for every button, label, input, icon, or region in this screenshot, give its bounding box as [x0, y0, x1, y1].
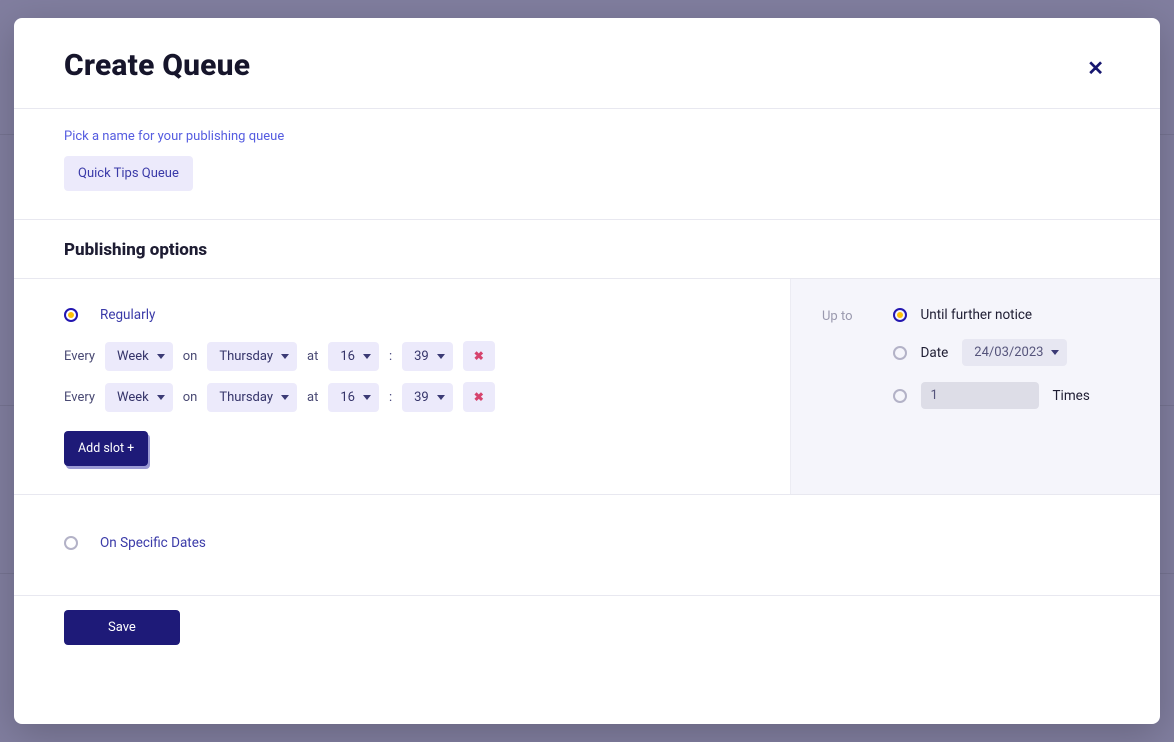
slot-line: Every Week on Thursday at 16 : 39 ✖ — [64, 382, 740, 412]
minute-value: 39 — [414, 349, 429, 364]
period-value: Week — [117, 349, 149, 364]
close-icon[interactable]: ✕ — [1081, 52, 1110, 84]
delete-slot-button[interactable]: ✖ — [463, 341, 495, 371]
chevron-down-icon — [437, 354, 445, 359]
hour-value: 16 — [340, 349, 355, 364]
regularly-radio-row[interactable]: Regularly — [64, 307, 740, 323]
until-further-radio[interactable] — [893, 308, 907, 322]
date-option[interactable]: Date 24/03/2023 — [893, 339, 1090, 366]
queue-name-input[interactable]: Quick Tips Queue — [64, 156, 193, 191]
at-label: at — [307, 390, 318, 405]
time-colon: : — [389, 390, 392, 405]
minute-value: 39 — [414, 390, 429, 405]
hour-value: 16 — [340, 390, 355, 405]
publishing-options-heading: Publishing options — [14, 220, 1160, 278]
chevron-down-icon — [281, 354, 289, 359]
times-label: Times — [1053, 388, 1090, 404]
chevron-down-icon — [437, 395, 445, 400]
queue-name-section: Pick a name for your publishing queue Qu… — [14, 109, 1160, 219]
period-value: Week — [117, 390, 149, 405]
date-value: 24/03/2023 — [974, 345, 1043, 360]
modal-header: Create Queue ✕ — [14, 18, 1160, 108]
date-option-label: Date — [921, 345, 949, 361]
at-label: at — [307, 349, 318, 364]
day-select[interactable]: Thursday — [207, 342, 297, 371]
chevron-down-icon — [281, 395, 289, 400]
times-input[interactable] — [921, 382, 1039, 409]
chevron-down-icon — [157, 354, 165, 359]
every-label: Every — [64, 390, 95, 405]
every-label: Every — [64, 349, 95, 364]
add-slot-button[interactable]: Add slot + — [64, 431, 148, 466]
on-label: on — [183, 349, 198, 364]
slot-line: Every Week on Thursday at 16 : 39 ✖ — [64, 341, 740, 371]
minute-select[interactable]: 39 — [402, 342, 453, 371]
queue-name-caption: Pick a name for your publishing queue — [64, 129, 1110, 144]
delete-slot-button[interactable]: ✖ — [463, 382, 495, 412]
chevron-down-icon — [363, 395, 371, 400]
times-radio[interactable] — [893, 389, 907, 403]
hour-select[interactable]: 16 — [328, 342, 379, 371]
time-colon: : — [389, 349, 392, 364]
save-button[interactable]: Save — [64, 610, 180, 645]
day-value: Thursday — [219, 349, 273, 364]
period-select[interactable]: Week — [105, 383, 173, 412]
regularly-pane: Regularly Every Week on Thursday at 16 :… — [14, 279, 790, 494]
date-radio[interactable] — [893, 346, 907, 360]
times-option[interactable]: Times — [893, 382, 1090, 409]
hour-select[interactable]: 16 — [328, 383, 379, 412]
date-select[interactable]: 24/03/2023 — [962, 339, 1067, 366]
regularly-label: Regularly — [100, 307, 155, 323]
upto-label: Up to — [822, 307, 853, 324]
chevron-down-icon — [363, 354, 371, 359]
chevron-down-icon — [157, 395, 165, 400]
create-queue-modal: Create Queue ✕ Pick a name for your publ… — [14, 18, 1160, 724]
upto-pane: Up to Until further notice Date 24/03/20… — [790, 279, 1160, 494]
upto-line: Up to Until further notice Date 24/03/20… — [822, 307, 1129, 409]
specific-dates-label: On Specific Dates — [100, 535, 206, 551]
minute-select[interactable]: 39 — [402, 383, 453, 412]
day-select[interactable]: Thursday — [207, 383, 297, 412]
until-further-option[interactable]: Until further notice — [893, 307, 1090, 323]
specific-dates-radio[interactable] — [64, 536, 78, 550]
period-select[interactable]: Week — [105, 342, 173, 371]
day-value: Thursday — [219, 390, 273, 405]
modal-footer: Save — [14, 596, 1160, 669]
upto-options: Until further notice Date 24/03/2023 Tim… — [893, 307, 1090, 409]
chevron-down-icon — [1051, 350, 1059, 355]
on-label: on — [183, 390, 198, 405]
until-further-label: Until further notice — [921, 307, 1033, 323]
regularly-radio[interactable] — [64, 308, 78, 322]
modal-title: Create Queue — [64, 48, 250, 83]
specific-dates-row[interactable]: On Specific Dates — [14, 495, 1160, 595]
publishing-options-row: Regularly Every Week on Thursday at 16 :… — [14, 279, 1160, 494]
